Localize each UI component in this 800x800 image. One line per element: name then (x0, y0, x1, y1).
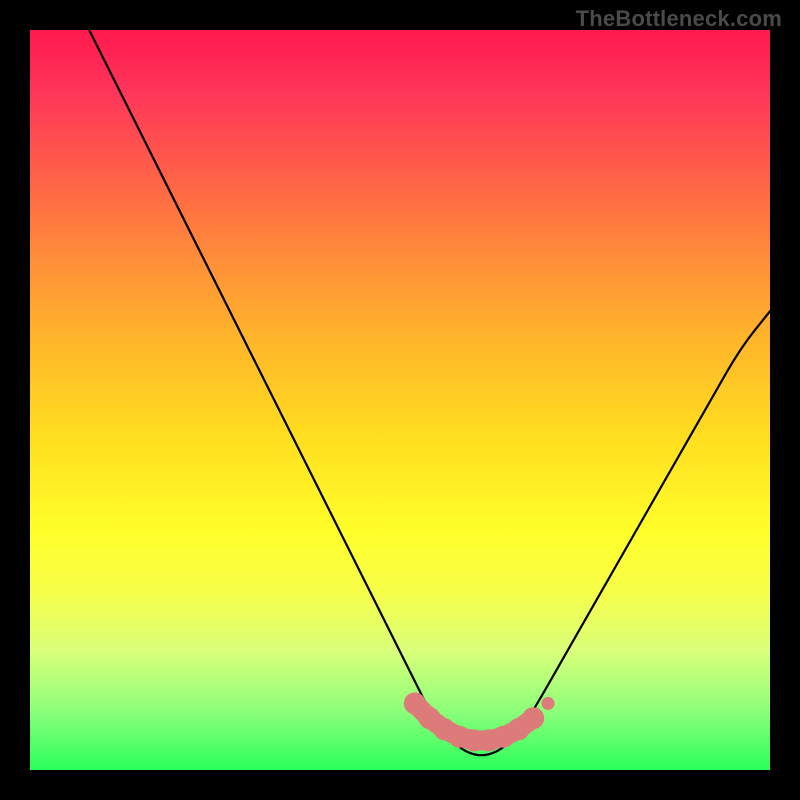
watermark-text: TheBottleneck.com (576, 6, 782, 32)
highlight-marker-group (404, 692, 555, 751)
highlight-marker (522, 707, 544, 729)
plot-area (30, 30, 770, 770)
bottleneck-curve-path (89, 30, 770, 755)
highlight-marker (542, 697, 555, 710)
bottleneck-curve-svg (30, 30, 770, 770)
chart-frame: TheBottleneck.com (0, 0, 800, 800)
